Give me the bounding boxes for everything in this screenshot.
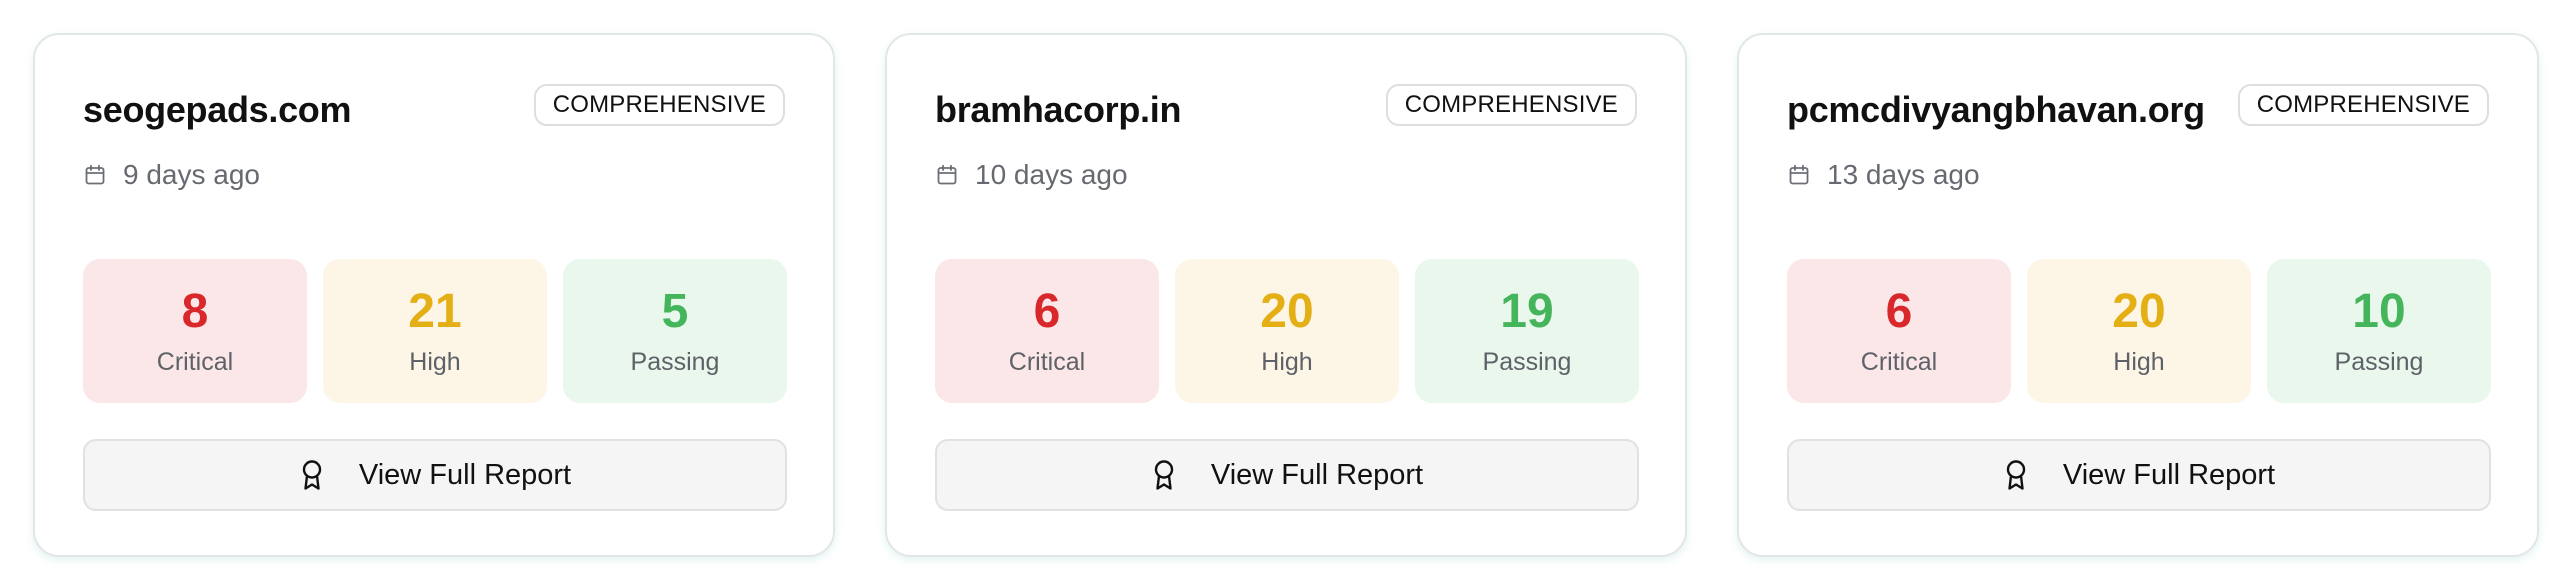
view-full-report-label: View Full Report (1210, 458, 1424, 491)
stats-row: 8 Critical 21 High 5 Passing (83, 259, 787, 403)
view-full-report-button[interactable]: View Full Report (1787, 439, 2491, 511)
critical-stat: 8 Critical (83, 259, 307, 403)
domain-title: seogepads.com (83, 89, 352, 130)
scan-date-text: 9 days ago (123, 159, 260, 190)
scan-type-badge: COMPREHENSIVE (2237, 84, 2489, 126)
high-count: 20 (2112, 284, 2166, 338)
passing-label: Passing (2334, 347, 2424, 376)
report-card: pcmcdivyangbhavan.org COMPREHENSIVE 13 d… (1737, 33, 2539, 557)
passing-count: 5 (661, 284, 689, 338)
scan-date: 10 days ago (935, 159, 1128, 191)
critical-stat: 6 Critical (935, 259, 1159, 403)
domain-title: bramhacorp.in (935, 89, 1182, 130)
critical-label: Critical (1008, 347, 1086, 376)
critical-count: 8 (181, 284, 209, 338)
calendar-icon (937, 164, 957, 185)
critical-count: 6 (1885, 284, 1913, 338)
high-label: High (2113, 347, 2165, 376)
scan-date: 13 days ago (1787, 159, 1980, 191)
report-card: bramhacorp.in COMPREHENSIVE 10 days ago … (885, 33, 1687, 557)
scan-type-badge: COMPREHENSIVE (1385, 84, 1637, 126)
passing-label: Passing (630, 347, 720, 376)
scan-date-text: 10 days ago (975, 159, 1128, 190)
critical-count: 6 (1033, 284, 1061, 338)
stats-row: 6 Critical 20 High 10 Passing (1787, 259, 2491, 403)
view-full-report-button[interactable]: View Full Report (935, 439, 1639, 511)
award-icon (302, 460, 322, 490)
high-label: High (1261, 347, 1313, 376)
passing-stat: 19 Passing (1415, 259, 1639, 403)
passing-count: 19 (1500, 284, 1554, 338)
high-count: 21 (408, 284, 462, 338)
scan-date: 9 days ago (83, 159, 260, 191)
critical-label: Critical (1860, 347, 1938, 376)
passing-stat: 10 Passing (2267, 259, 2491, 403)
passing-label: Passing (1482, 347, 1572, 376)
high-stat: 21 High (323, 259, 547, 403)
view-full-report-label: View Full Report (358, 458, 572, 491)
passing-stat: 5 Passing (563, 259, 787, 403)
high-count: 20 (1260, 284, 1314, 338)
high-stat: 20 High (2027, 259, 2251, 403)
view-full-report-button[interactable]: View Full Report (83, 439, 787, 511)
passing-count: 10 (2352, 284, 2406, 338)
high-label: High (409, 347, 461, 376)
award-icon (2006, 460, 2026, 490)
critical-label: Critical (156, 347, 234, 376)
scan-type-badge: COMPREHENSIVE (533, 84, 785, 126)
critical-stat: 6 Critical (1787, 259, 2011, 403)
domain-title: pcmcdivyangbhavan.org (1787, 89, 2205, 130)
award-icon (1154, 460, 1174, 490)
report-cards: seogepads.com COMPREHENSIVE 9 days ago 8… (33, 33, 2539, 557)
scan-date-text: 13 days ago (1827, 159, 1980, 190)
calendar-icon (85, 164, 105, 185)
report-card: seogepads.com COMPREHENSIVE 9 days ago 8… (33, 33, 835, 557)
view-full-report-label: View Full Report (2062, 458, 2276, 491)
high-stat: 20 High (1175, 259, 1399, 403)
calendar-icon (1789, 164, 1809, 185)
stats-row: 6 Critical 20 High 19 Passing (935, 259, 1639, 403)
